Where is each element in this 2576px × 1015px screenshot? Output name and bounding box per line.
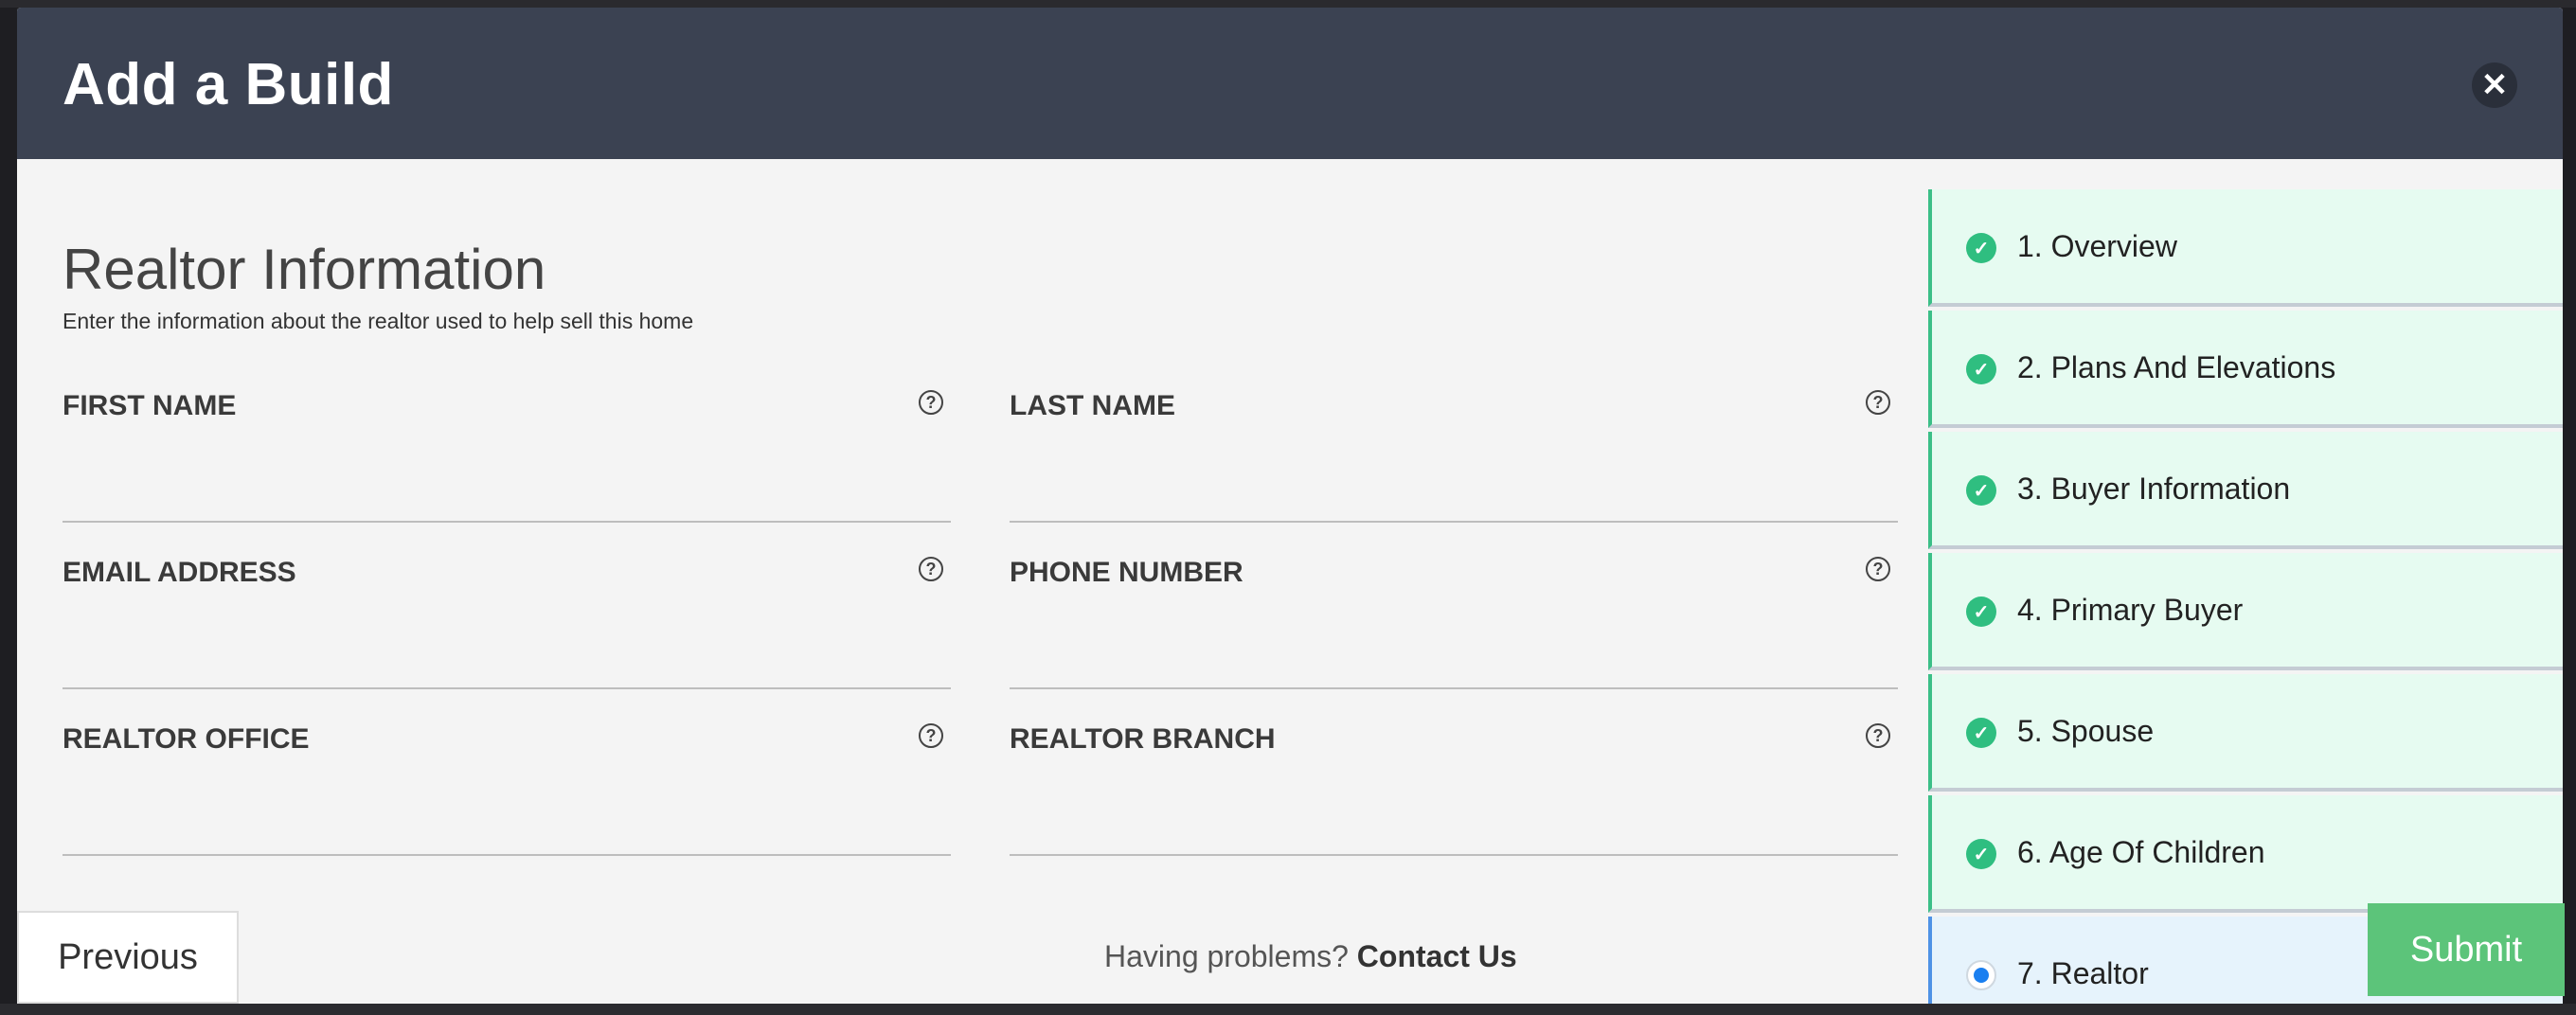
phone-label: PHONE NUMBER: [1010, 557, 1243, 588]
last-name-field: LAST NAME ?: [1010, 390, 1898, 532]
help-icon[interactable]: ?: [919, 557, 943, 581]
check-icon: ✓: [1966, 233, 1996, 263]
email-field: EMAIL ADDRESS ?: [63, 557, 951, 699]
step-spouse[interactable]: ✓ 5. Spouse: [1928, 674, 2563, 792]
submit-button[interactable]: Submit: [2368, 903, 2565, 996]
email-label: EMAIL ADDRESS: [63, 557, 296, 588]
help-icon[interactable]: ?: [1866, 557, 1890, 581]
help-icon[interactable]: ?: [919, 390, 943, 415]
step-label: 4. Primary Buyer: [2017, 593, 2244, 627]
check-icon: ✓: [1966, 839, 1996, 869]
phone-input[interactable]: [1010, 614, 1898, 689]
realtor-branch-field: REALTOR BRANCH ?: [1010, 723, 1898, 865]
email-input[interactable]: [63, 614, 951, 689]
first-name-input[interactable]: [63, 447, 951, 523]
add-build-modal: Add a Build ✕ Realtor Information Enter …: [17, 8, 2563, 1004]
realtor-branch-label: REALTOR BRANCH: [1010, 723, 1276, 755]
previous-button[interactable]: Previous: [17, 911, 239, 1004]
page-backdrop: [0, 0, 2576, 8]
step-plans-elevations[interactable]: ✓ 2. Plans And Elevations: [1928, 311, 2563, 428]
step-label: 3. Buyer Information: [2017, 472, 2291, 506]
phone-field: PHONE NUMBER ?: [1010, 557, 1898, 699]
step-label: 1. Overview: [2017, 229, 2177, 263]
help-text: Having problems? Contact Us: [1104, 939, 1517, 974]
section-subtitle: Enter the information about the realtor …: [63, 309, 694, 333]
close-icon[interactable]: ✕: [2472, 62, 2517, 108]
last-name-input[interactable]: [1010, 447, 1898, 523]
realtor-office-input[interactable]: [63, 780, 951, 856]
step-label: 2. Plans And Elevations: [2017, 350, 2336, 384]
check-icon: ✓: [1966, 597, 1996, 627]
step-label: 5. Spouse: [2017, 714, 2155, 748]
step-overview[interactable]: ✓ 1. Overview: [1928, 189, 2563, 307]
realtor-office-label: REALTOR OFFICE: [63, 723, 310, 755]
check-icon: ✓: [1966, 475, 1996, 506]
step-buyer-information[interactable]: ✓ 3. Buyer Information: [1928, 432, 2563, 549]
last-name-label: LAST NAME: [1010, 390, 1175, 421]
first-name-field: FIRST NAME ?: [63, 390, 951, 532]
contact-us-link[interactable]: Contact Us: [1357, 939, 1517, 973]
realtor-office-field: REALTOR OFFICE ?: [63, 723, 951, 865]
first-name-label: FIRST NAME: [63, 390, 237, 421]
step-primary-buyer[interactable]: ✓ 4. Primary Buyer: [1928, 553, 2563, 670]
help-icon[interactable]: ?: [1866, 723, 1890, 748]
help-question: Having problems?: [1104, 939, 1349, 973]
check-icon: ✓: [1966, 718, 1996, 748]
step-age-of-children[interactable]: ✓ 6. Age Of Children: [1928, 795, 2563, 913]
step-label: 6. Age Of Children: [2017, 835, 2265, 869]
step-label: 7. Realtor: [2017, 956, 2149, 990]
section-title: Realtor Information: [63, 238, 546, 301]
modal-header: Add a Build ✕: [17, 8, 2563, 159]
realtor-form: Realtor Information Enter the informatio…: [63, 159, 1898, 917]
step-list: ✓ 1. Overview ✓ 2. Plans And Elevations …: [1928, 189, 2563, 1004]
help-icon[interactable]: ?: [1866, 390, 1890, 415]
modal-title: Add a Build: [63, 52, 394, 117]
check-icon: ✓: [1966, 354, 1996, 384]
radio-selected-icon: [1966, 960, 1996, 990]
realtor-branch-input[interactable]: [1010, 780, 1898, 856]
page-backdrop-bottom: [0, 1004, 2576, 1015]
help-icon[interactable]: ?: [919, 723, 943, 748]
